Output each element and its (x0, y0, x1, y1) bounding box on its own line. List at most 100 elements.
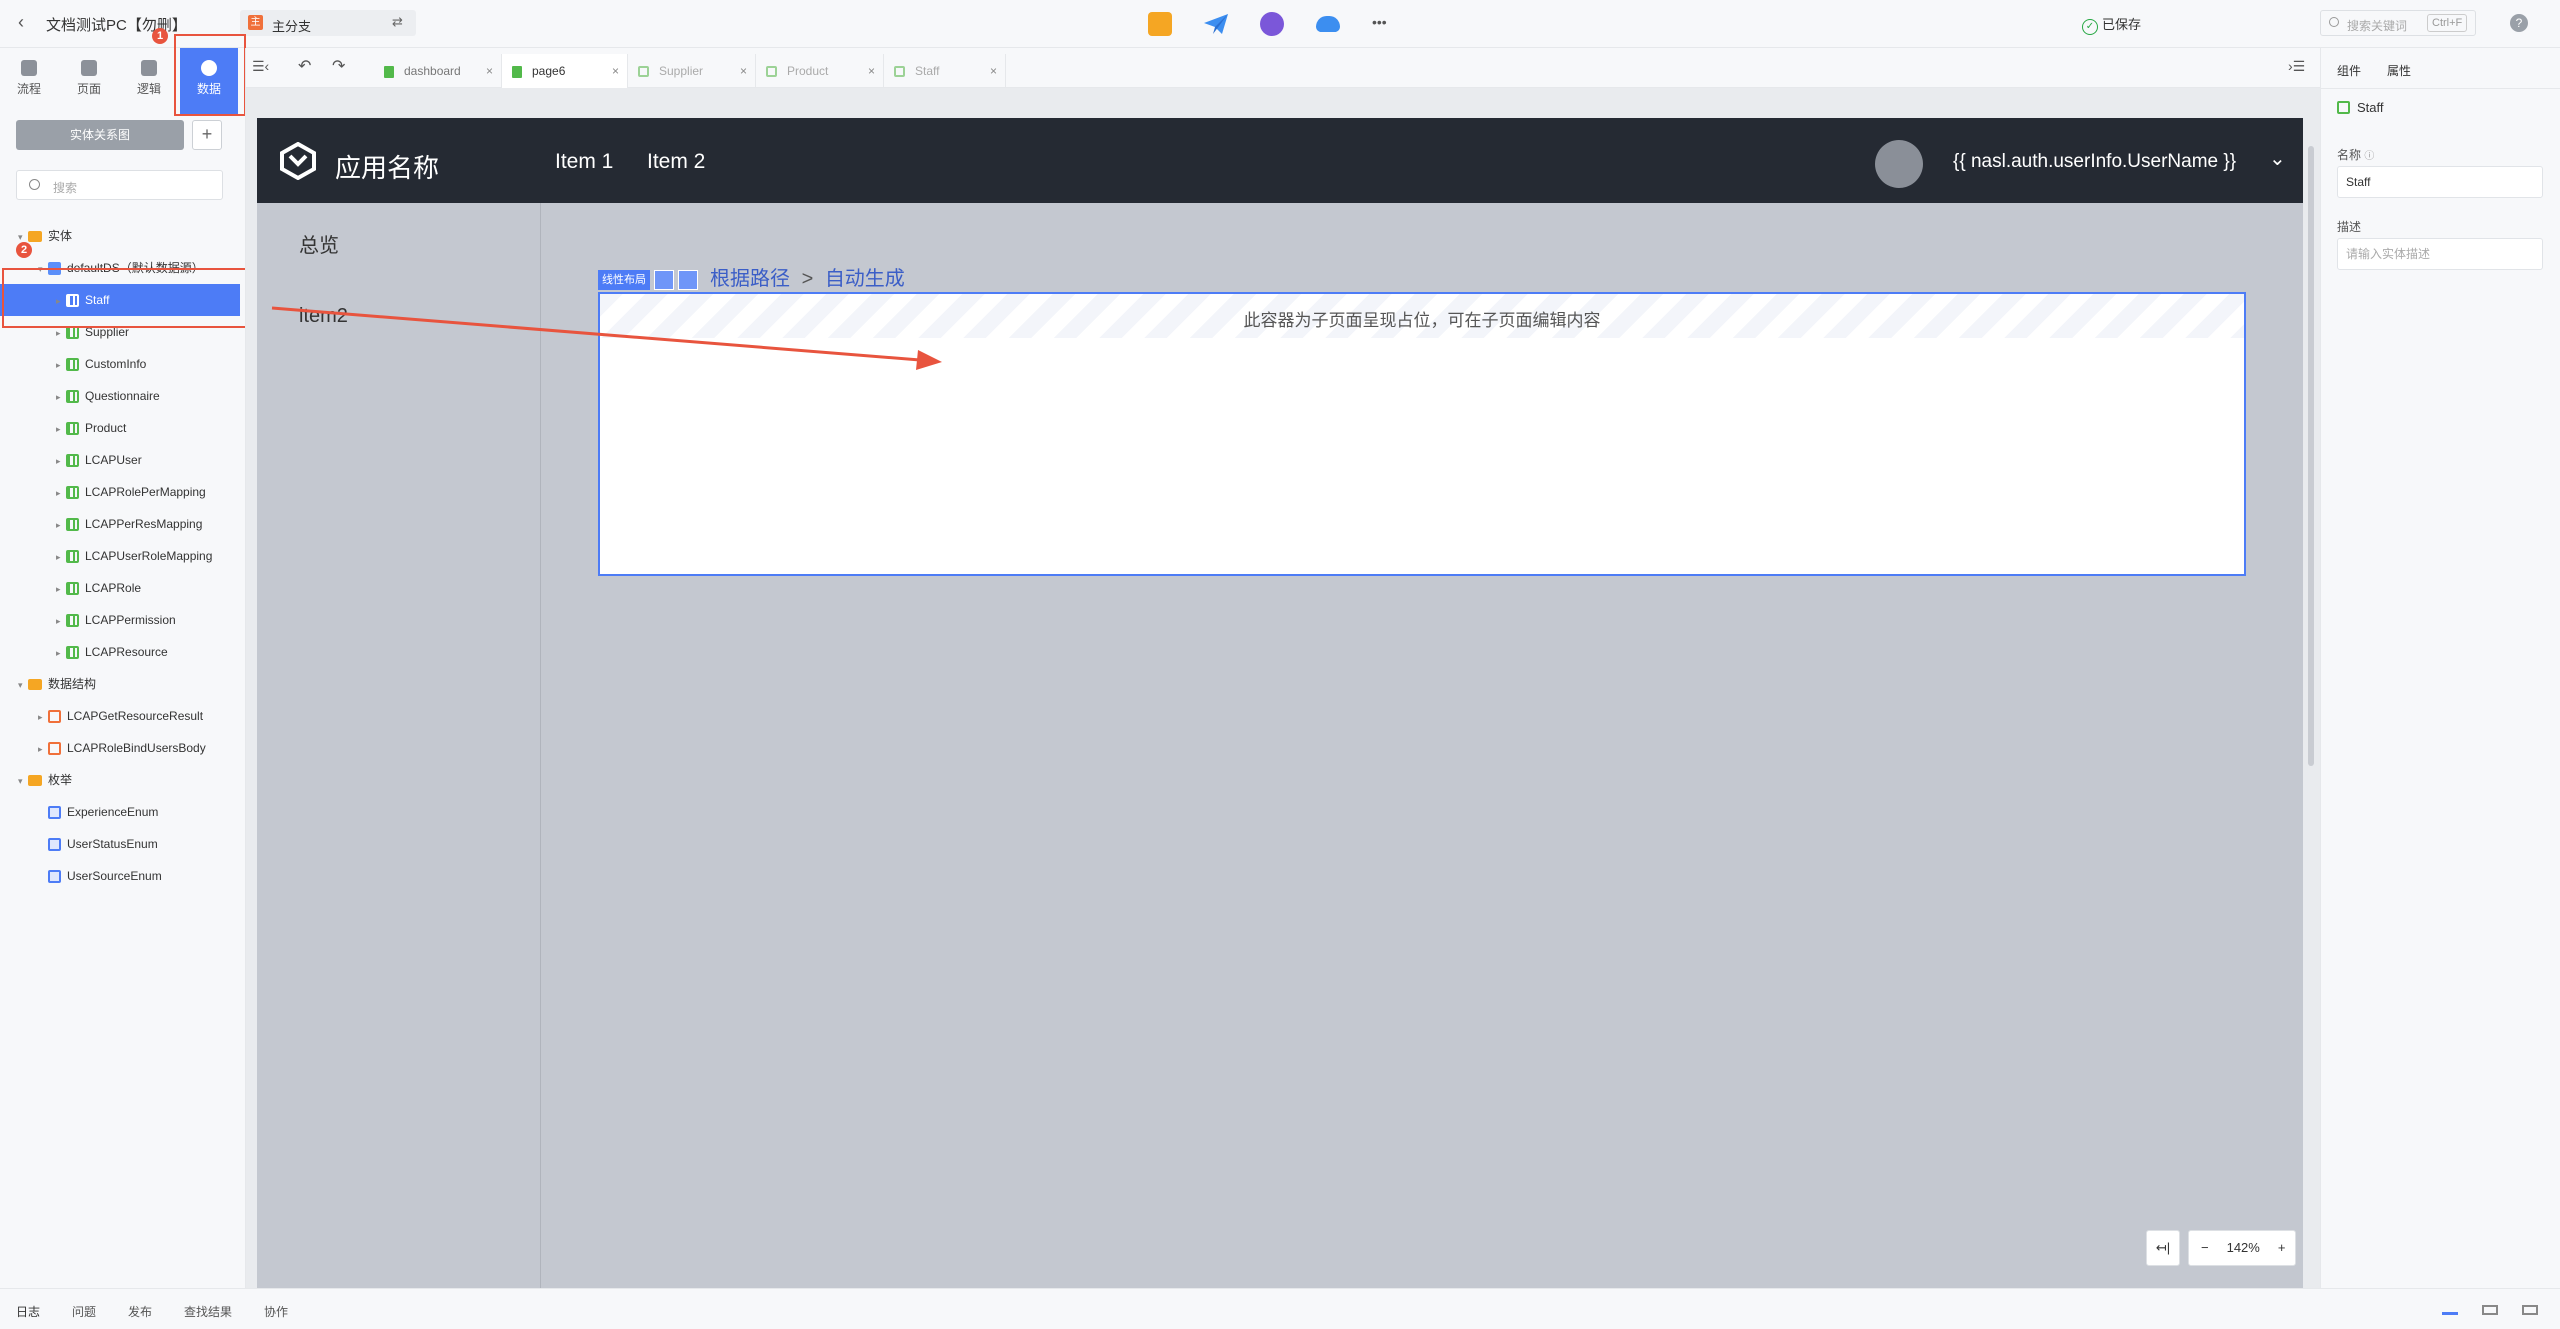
tree-entity[interactable]: ▸ LCAPUser (56, 444, 240, 476)
entity-icon (66, 422, 79, 436)
zoom-level: 142% (2226, 1240, 2260, 1255)
layout-full-icon[interactable] (2522, 1305, 2538, 1315)
avatar[interactable] (1875, 140, 1923, 188)
entity-icon (894, 66, 905, 78)
selection-tag: 线性布局 (598, 270, 650, 290)
enum-icon (48, 870, 61, 884)
layout-split-icon[interactable] (2482, 1305, 2498, 1315)
rail-tab-flow[interactable]: 流程 (0, 48, 58, 114)
add-button[interactable]: + (192, 120, 222, 150)
search-icon (29, 179, 40, 190)
tab-page6[interactable]: page6 × (502, 54, 628, 88)
rail-tab-page[interactable]: 页面 (60, 48, 118, 114)
tab-supplier[interactable]: Supplier × (628, 54, 756, 88)
tree-structure[interactable]: ▸ LCAPGetResourceResult (38, 700, 212, 732)
name-field[interactable]: Staff (2337, 166, 2543, 198)
undo-icon[interactable]: ↶ (298, 56, 311, 76)
swap-icon[interactable]: ⇄ (392, 14, 403, 30)
structure-icon (48, 742, 61, 756)
vertical-scrollbar[interactable] (2308, 146, 2314, 766)
fit-button[interactable]: ↤| (2146, 1230, 2180, 1266)
tree-entity[interactable]: ▸ LCAPRole (56, 572, 240, 604)
tree-entity[interactable]: ▸ LCAPRolePerMapping (56, 476, 212, 508)
nav-item-2[interactable]: Item 2 (647, 150, 705, 174)
tree-enum[interactable]: UserSourceEnum (48, 860, 238, 892)
divider (2321, 88, 2560, 89)
breadcrumb: 根据路径 > 自动生成 (710, 268, 905, 290)
tab-staff[interactable]: Staff × (884, 54, 1006, 88)
entity-icon (66, 486, 79, 500)
close-icon[interactable]: × (990, 54, 997, 88)
check-icon: ✓ (2082, 19, 2098, 35)
entity-icon (66, 326, 79, 340)
share-icon[interactable] (1260, 12, 1284, 36)
tree-structure[interactable]: ▸ LCAPRoleBindUsersBody (38, 732, 212, 764)
tree-folder-entities[interactable]: ▾ 实体 (18, 220, 238, 252)
description-label: 描述 (2337, 220, 2362, 234)
er-diagram-button[interactable]: 实体关系图 (16, 120, 184, 150)
tree-folder-structures[interactable]: ▾ 数据结构 (18, 668, 238, 700)
folder-icon (28, 231, 42, 243)
page-icon (384, 65, 394, 78)
app-name: 应用名称 (335, 153, 440, 183)
global-search[interactable]: 搜索关键词 Ctrl+F (2320, 10, 2476, 36)
bottom-tab-log[interactable]: 日志 (16, 1303, 40, 1320)
tree-enum[interactable]: ExperienceEnum (48, 796, 238, 828)
nav-item-1[interactable]: Item 1 (555, 150, 613, 174)
publish-icon[interactable] (1203, 12, 1228, 36)
bottom-tab-collab[interactable]: 协作 (264, 1303, 288, 1320)
close-icon[interactable]: × (868, 54, 875, 88)
tree-folder-enums[interactable]: ▾ 枚举 (18, 764, 238, 796)
bottom-tab-publish[interactable]: 发布 (128, 1303, 152, 1320)
description-field[interactable]: 请输入实体描述 (2337, 238, 2543, 270)
chevron-down-icon[interactable]: ⌄ (2269, 146, 2286, 171)
copy-icon[interactable] (654, 270, 674, 290)
collapse-left-icon[interactable]: ☰‹ (252, 58, 269, 75)
rail-tab-logic[interactable]: 逻辑 (120, 48, 178, 114)
branch-name: 主分支 (272, 19, 312, 34)
editor-toolbar: ☰‹ ↶ ↷ dashboard × page6 × Supplier × Produ… (246, 48, 2320, 88)
side-nav-overview[interactable]: 总览 (299, 229, 339, 258)
tree-entity[interactable]: ▸ LCAPPermission (56, 604, 240, 636)
tab-product[interactable]: Product × (756, 54, 884, 88)
entity-icon (66, 454, 79, 468)
saved-status: ✓ 已保存 (2082, 14, 2141, 35)
tree-entity[interactable]: ▸ LCAPPerResMapping (56, 508, 212, 540)
entity-icon (66, 646, 79, 660)
layout-bottom-icon[interactable] (2442, 1305, 2458, 1315)
select-parent-icon[interactable] (678, 270, 698, 290)
entity-icon (66, 614, 79, 628)
annotation-arrow-icon (271, 306, 942, 370)
tree-enum[interactable]: UserStatusEnum (48, 828, 238, 860)
cloud-icon[interactable] (1316, 16, 1340, 32)
tree-entity[interactable]: ▸ LCAPUserRoleMapping (56, 540, 212, 572)
tab-properties[interactable]: 属性 (2387, 62, 2411, 79)
back-icon[interactable]: ‹ (18, 12, 24, 33)
bottom-tab-search-results[interactable]: 查找结果 (184, 1303, 232, 1320)
annotation-badge-2: 2 (16, 242, 32, 258)
close-icon[interactable]: × (486, 54, 493, 88)
tab-dashboard[interactable]: dashboard × (374, 54, 502, 88)
close-icon[interactable]: × (612, 54, 619, 88)
entity-icon (66, 582, 79, 596)
preview-icon[interactable] (1148, 12, 1172, 36)
tree-search-input[interactable]: 搜索 (16, 170, 223, 200)
shortcut-hint: Ctrl+F (2427, 14, 2468, 32)
collapse-right-icon[interactable]: ›☰ (2288, 58, 2305, 75)
tree-entity[interactable]: ▸ Questionnaire (56, 380, 240, 412)
close-icon[interactable]: × (740, 54, 747, 88)
help-icon[interactable]: ? (2510, 14, 2528, 32)
more-icon[interactable]: ••• (1372, 14, 1387, 30)
tree-entity[interactable]: ▸ Product (56, 412, 240, 444)
tree-entity[interactable]: ▸ LCAPResource (56, 636, 240, 668)
bottom-tab-issues[interactable]: 问题 (72, 1303, 96, 1320)
folder-icon (28, 775, 42, 787)
zoom-out-button[interactable]: − (2201, 1240, 2209, 1255)
redo-icon[interactable]: ↷ (332, 56, 345, 76)
branch-selector[interactable]: 主 主分支 ⇄ (240, 10, 416, 36)
zoom-in-button[interactable]: + (2278, 1240, 2286, 1255)
entity-icon (638, 66, 649, 78)
tree-entity[interactable]: ▸ CustomInfo (56, 348, 240, 380)
tab-components[interactable]: 组件 (2337, 62, 2361, 79)
folder-icon (28, 679, 42, 691)
